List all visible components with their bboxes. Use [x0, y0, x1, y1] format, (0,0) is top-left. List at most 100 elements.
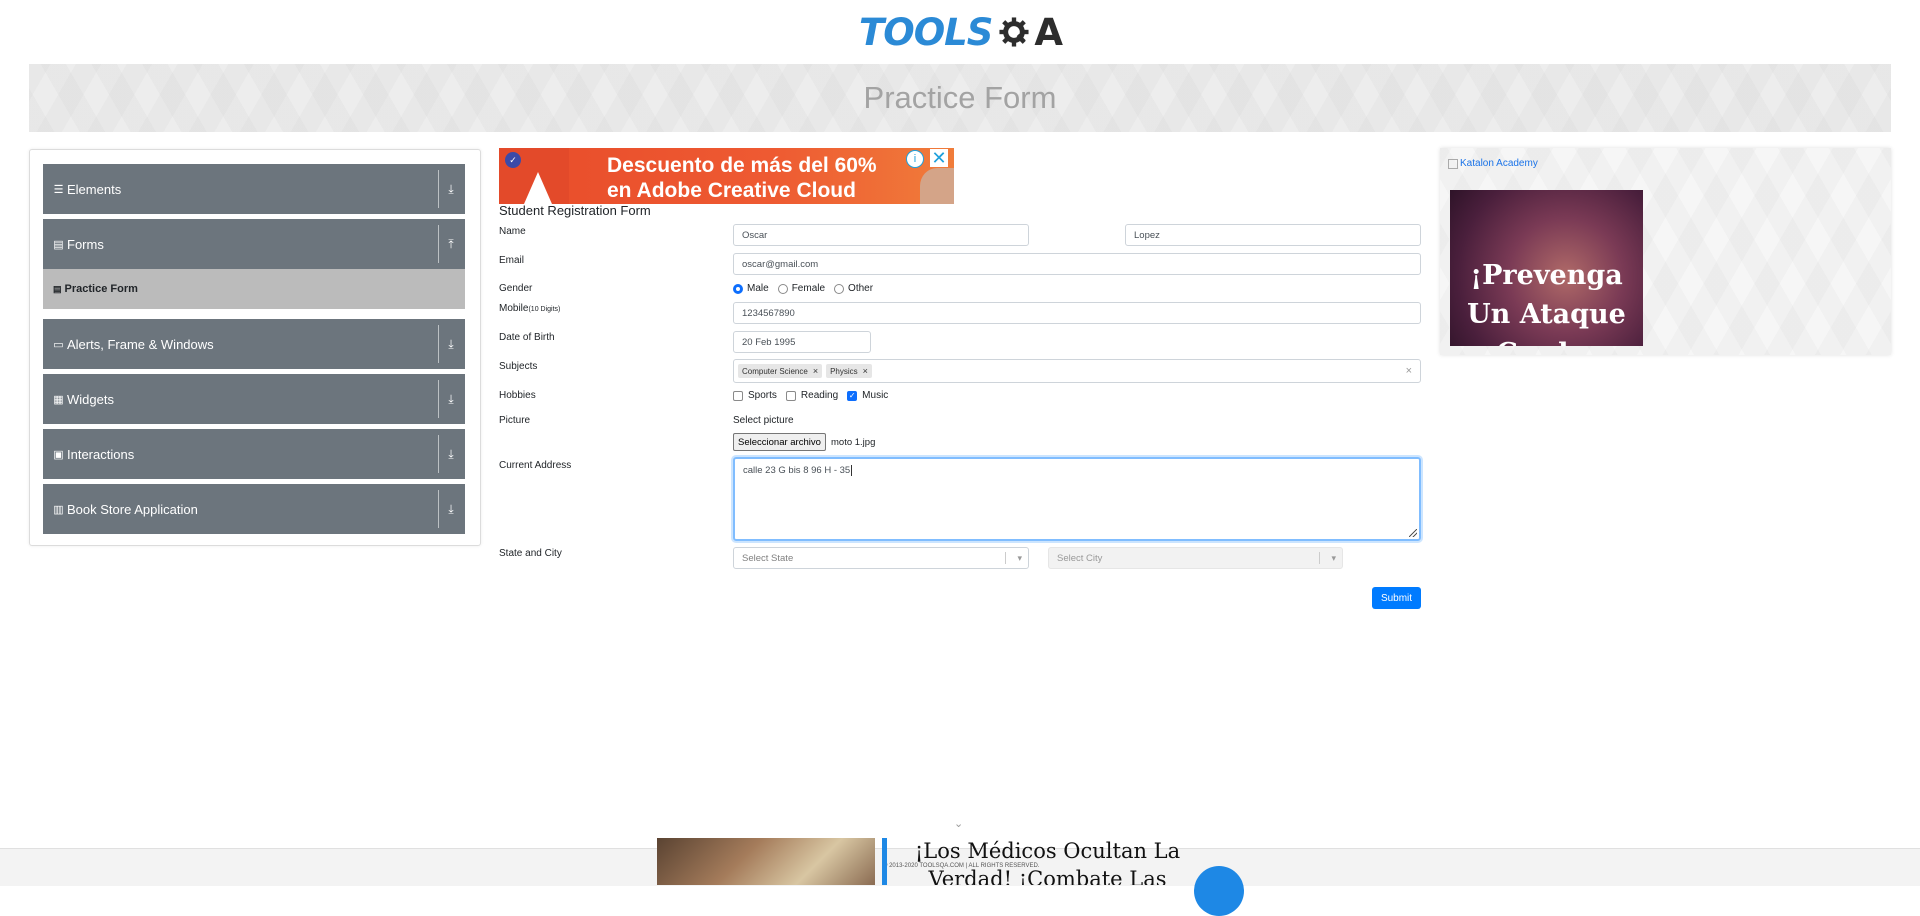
- logo-text: TOOLS: [859, 10, 993, 54]
- submit-button[interactable]: Submit: [1372, 587, 1421, 609]
- bottom-ad-headline[interactable]: ¡Los Médicos Ocultan La Verdad! ¡Combate…: [905, 837, 1190, 885]
- ad-alt-text: Katalon Academy: [1460, 158, 1538, 169]
- hobby-reading[interactable]: Reading: [785, 390, 839, 401]
- adobe-ad[interactable]: ✓ Descuento de más del 60% en Adobe Crea…: [499, 148, 954, 204]
- close-icon[interactable]: ✕: [930, 148, 948, 168]
- select-picture-label: Select picture: [733, 415, 794, 426]
- checkbox-label: Sports: [748, 390, 777, 401]
- checkbox-label: Reading: [800, 390, 839, 401]
- divider: [438, 170, 439, 208]
- sidebar-item-label: Practice Form: [64, 283, 138, 295]
- subject-chip: Computer Science ×: [738, 364, 823, 378]
- shield-icon: ✓: [505, 152, 521, 168]
- ad-line-2: en Adobe Creative Cloud: [607, 179, 856, 202]
- dob-input[interactable]: 20 Feb 1995: [733, 331, 871, 353]
- toolsqa-logo[interactable]: TOOLS A: [859, 8, 1063, 56]
- gender-option-female[interactable]: Female: [777, 283, 825, 294]
- sidebar-item-practice-form[interactable]: ▤ Practice Form: [43, 269, 465, 309]
- current-address-textarea[interactable]: calle 23 G bis 8 96 H - 35: [733, 457, 1421, 541]
- resize-handle-icon[interactable]: [1409, 529, 1417, 537]
- gender-label: Gender: [499, 283, 533, 294]
- grid-icon: ▦: [53, 393, 64, 406]
- sidebar-group-interactions[interactable]: ▣ Interactions ⤓: [43, 429, 465, 479]
- picture-label: Picture: [499, 415, 531, 426]
- radio-label: Male: [747, 283, 769, 294]
- city-select[interactable]: Select City ▾: [1048, 547, 1343, 569]
- file-upload-button[interactable]: Seleccionar archivo: [733, 433, 826, 451]
- city-placeholder: Select City: [1057, 552, 1103, 564]
- mobile-input[interactable]: 1234567890: [733, 302, 1421, 324]
- info-icon[interactable]: i: [906, 150, 924, 168]
- sidebar-group-label: Widgets: [67, 391, 114, 407]
- mobile-hint: (10 Digits): [528, 306, 561, 313]
- checkbox[interactable]: [733, 390, 743, 401]
- document-icon: ▤: [53, 238, 64, 251]
- last-name-input[interactable]: Lopez: [1125, 224, 1421, 246]
- radio-button[interactable]: [777, 283, 788, 294]
- first-name-input[interactable]: Oscar: [733, 224, 1029, 246]
- bottom-ad-button[interactable]: [1194, 866, 1244, 916]
- checkbox-label: Music: [862, 390, 889, 401]
- sidebar-group-label: Interactions: [67, 446, 135, 462]
- check-icon[interactable]: ✓: [847, 390, 858, 401]
- gender-option-male[interactable]: Male: [733, 283, 769, 294]
- ad-alt-link[interactable]: Katalon Academy: [1448, 158, 1538, 169]
- sidebar-group-book-store[interactable]: ▥ Book Store Application ⤓: [43, 484, 465, 534]
- gear-icon: [999, 17, 1029, 47]
- sidebar-group-forms[interactable]: ▤ Forms ⤒: [43, 219, 465, 269]
- upload-icon[interactable]: ⤒: [443, 219, 459, 269]
- sidebar: ☰ Elements ⤓ ▤ Forms ⤒ ▤ Practice Form ▭…: [29, 149, 481, 546]
- download-icon[interactable]: ⤓: [443, 484, 459, 534]
- clear-icon[interactable]: ×: [1406, 365, 1412, 377]
- form-icon: ▤: [53, 283, 62, 294]
- sidebar-group-label: Book Store Application: [67, 501, 198, 517]
- list-icon: ☰: [53, 183, 64, 196]
- download-icon[interactable]: ⤓: [443, 374, 459, 424]
- bottom-ad-image[interactable]: [657, 838, 875, 885]
- sidebar-group-label: Forms: [67, 236, 104, 252]
- chevron-down-icon[interactable]: ▾: [1331, 548, 1336, 568]
- download-icon[interactable]: ⤓: [443, 319, 459, 369]
- email-label: Email: [499, 255, 525, 266]
- sidebar-group-alerts[interactable]: ▭ Alerts, Frame & Windows ⤓: [43, 319, 465, 369]
- mobile-label-text: Mobile: [499, 303, 529, 314]
- state-select[interactable]: Select State ▾: [733, 547, 1029, 569]
- divider: [438, 225, 439, 263]
- hobby-sports[interactable]: Sports: [733, 390, 777, 401]
- chevron-down-icon[interactable]: ▾: [1017, 548, 1022, 568]
- hobbies-label: Hobbies: [499, 390, 536, 401]
- page-title: Practice Form: [863, 80, 1057, 115]
- radio-button[interactable]: [834, 283, 845, 294]
- subjects-input[interactable]: Computer Science × Physics × ×: [733, 359, 1421, 383]
- subject-chip: Physics ×: [826, 364, 872, 378]
- remove-icon[interactable]: ×: [863, 366, 868, 376]
- divider: [438, 325, 439, 363]
- chevron-down-icon[interactable]: ⌄: [954, 817, 963, 830]
- katalon-ad[interactable]: Katalon Academy ¡Prevenga Un Ataque Card…: [1440, 148, 1891, 355]
- checkbox[interactable]: [785, 390, 796, 401]
- address-label: Current Address: [499, 460, 572, 471]
- sidebar-group-label: Alerts, Frame & Windows: [67, 336, 214, 352]
- hobby-music[interactable]: ✓ Music: [847, 390, 888, 401]
- divider: [438, 490, 439, 528]
- mobile-label: Mobile(10 Digits): [499, 303, 560, 314]
- box-icon: ▣: [53, 448, 64, 461]
- gender-options: Male Female Other: [733, 283, 882, 294]
- download-icon[interactable]: ⤓: [443, 429, 459, 479]
- radio-button[interactable]: [733, 283, 743, 294]
- chip-label: Physics: [830, 366, 858, 376]
- remove-icon[interactable]: ×: [813, 366, 818, 376]
- sidebar-group-widgets[interactable]: ▦ Widgets ⤓: [43, 374, 465, 424]
- bottom-ad-accent: [882, 838, 887, 885]
- email-input[interactable]: oscar@gmail.com: [733, 253, 1421, 275]
- sidebar-group-elements[interactable]: ☰ Elements ⤓: [43, 164, 465, 214]
- ad-line-1: Descuento de más del 60%: [607, 154, 877, 177]
- hobbies-options: Sports Reading ✓ Music: [733, 390, 897, 401]
- ad-image[interactable]: ¡Prevenga Un Ataque Card...: [1450, 190, 1643, 346]
- gender-option-other[interactable]: Other: [834, 283, 873, 294]
- window-icon: ▭: [53, 338, 64, 351]
- ad-text: Descuento de más del 60% en Adobe Creati…: [607, 153, 877, 203]
- subjects-label: Subjects: [499, 361, 538, 372]
- download-icon[interactable]: ⤓: [443, 164, 459, 214]
- dob-label: Date of Birth: [499, 332, 555, 343]
